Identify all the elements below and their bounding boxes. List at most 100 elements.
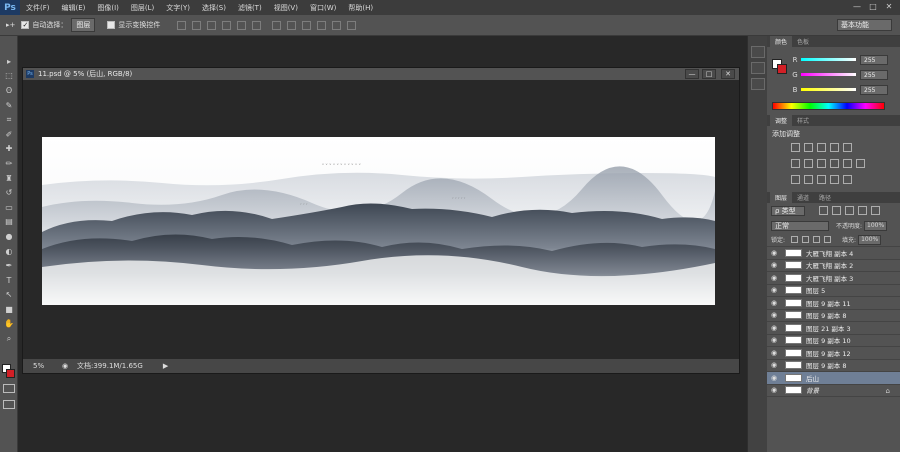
align-hcenter-icon[interactable] [237, 20, 247, 30]
hue-saturation-icon[interactable] [791, 159, 800, 168]
doc-minimize-button[interactable]: — [685, 69, 699, 79]
layer-row[interactable]: ◉ 大雁飞翔 副本 3 [767, 272, 900, 285]
layer-row[interactable]: ◉ 后山 [767, 372, 900, 385]
tab-adjustments[interactable]: 调整 [770, 115, 793, 126]
lock-image-icon[interactable] [802, 236, 810, 243]
app-close-button[interactable]: ✕ [884, 2, 894, 12]
visibility-eye-icon[interactable]: ◉ [767, 361, 781, 369]
filter-pixel-icon[interactable] [819, 206, 828, 215]
channel-value-field[interactable]: 255 [860, 54, 888, 65]
lasso-tool-icon[interactable]: ʘ [0, 83, 18, 98]
layer-kind-filter[interactable]: ρ 类型 [771, 205, 805, 216]
screen-mode-icon[interactable] [3, 400, 15, 409]
menu-filter[interactable]: 滤镜(T) [232, 3, 268, 13]
auto-select-checkbox[interactable]: ✓ [21, 21, 30, 29]
show-transform-checkbox[interactable] [107, 21, 116, 29]
tab-styles[interactable]: 样式 [792, 115, 814, 126]
image-canvas[interactable]: ᵛ ᵛ ᵛ ᵛ ᵛ ᵛ ᵛ ᵛ ᵛ ᵛ ᵛ ᵛ ᵛ ᵛ ᵛ ᵛ ᵛ ᵛ ᵛ [42, 137, 715, 305]
visibility-eye-icon[interactable]: ◉ [767, 386, 781, 394]
gradient-map-icon[interactable] [830, 175, 839, 184]
tab-channels[interactable]: 通道 [792, 192, 814, 203]
align-bottom-icon[interactable] [207, 20, 217, 30]
visibility-eye-icon[interactable]: ◉ [767, 286, 781, 294]
quick-mask-icon[interactable] [3, 384, 15, 393]
align-top-icon[interactable] [177, 20, 187, 30]
visibility-eye-icon[interactable]: ◉ [767, 261, 781, 269]
layer-row[interactable]: ◉ 背景 ⌂ [767, 385, 900, 397]
brush-tool-icon[interactable]: ✏ [0, 156, 18, 171]
menu-type[interactable]: 文字(Y) [160, 3, 196, 13]
distribute-left-icon[interactable] [317, 20, 327, 30]
status-info-icon[interactable]: ◉ [53, 362, 77, 370]
lock-transparent-icon[interactable] [791, 236, 799, 243]
app-minimize-button[interactable]: — [852, 2, 862, 12]
color-spectrum-ramp[interactable] [772, 102, 885, 110]
tab-paths[interactable]: 路径 [814, 192, 836, 203]
marquee-tool-icon[interactable]: ⬚ [0, 69, 18, 84]
photo-filter-icon[interactable] [830, 159, 839, 168]
levels-icon[interactable] [804, 143, 813, 152]
vibrance-icon[interactable] [843, 143, 852, 152]
quick-select-tool-icon[interactable]: ✎ [0, 98, 18, 113]
channel-slider[interactable] [801, 73, 856, 76]
background-color-swatch[interactable] [6, 369, 15, 378]
visibility-eye-icon[interactable]: ◉ [767, 274, 781, 282]
menu-help[interactable]: 帮助(H) [342, 3, 379, 13]
history-panel-icon[interactable] [751, 46, 765, 58]
threshold-icon[interactable] [817, 175, 826, 184]
channel-slider[interactable] [801, 58, 856, 61]
brightness-contrast-icon[interactable] [791, 143, 800, 152]
color-balance-icon[interactable] [804, 159, 813, 168]
stamp-tool-icon[interactable]: ♜ [0, 171, 18, 186]
character-panel-icon[interactable] [751, 78, 765, 90]
visibility-eye-icon[interactable]: ◉ [767, 349, 781, 357]
align-vcenter-icon[interactable] [192, 20, 202, 30]
menu-layer[interactable]: 图层(L) [125, 3, 160, 13]
move-tool-icon[interactable]: ▸ [0, 54, 18, 69]
filter-adjust-icon[interactable] [832, 206, 841, 215]
app-maximize-button[interactable]: □ [868, 2, 878, 12]
distribute-hcenter-icon[interactable] [332, 20, 342, 30]
distribute-top-icon[interactable] [272, 20, 282, 30]
invert-icon[interactable] [791, 175, 800, 184]
dodge-tool-icon[interactable]: ◐ [0, 244, 18, 259]
zoom-tool-icon[interactable]: ⌕ [0, 331, 18, 346]
doc-maximize-button[interactable]: □ [702, 69, 716, 79]
status-menu-arrow-icon[interactable]: ▶ [163, 362, 168, 370]
eraser-tool-icon[interactable]: ▭ [0, 200, 18, 215]
hand-tool-icon[interactable]: ✋ [0, 317, 18, 332]
visibility-eye-icon[interactable]: ◉ [767, 374, 781, 382]
distribute-right-icon[interactable] [347, 20, 357, 30]
fill-field[interactable]: 100% [858, 234, 882, 245]
layer-row[interactable]: ◉ 大雁飞翔 副本 2 [767, 260, 900, 272]
zoom-level[interactable]: 5% [23, 362, 53, 370]
type-tool-icon[interactable]: T [0, 273, 18, 288]
auto-select-target-dropdown[interactable]: 图层 [71, 18, 96, 32]
visibility-eye-icon[interactable]: ◉ [767, 311, 781, 319]
menu-edit[interactable]: 编辑(E) [56, 3, 92, 13]
channel-mixer-icon[interactable] [843, 159, 852, 168]
distribute-vcenter-icon[interactable] [287, 20, 297, 30]
exposure-icon[interactable] [830, 143, 839, 152]
tab-swatches[interactable]: 色板 [792, 36, 814, 47]
visibility-eye-icon[interactable]: ◉ [767, 324, 781, 332]
black-white-icon[interactable] [817, 159, 826, 168]
color-lookup-icon[interactable] [856, 159, 865, 168]
workspace-dropdown[interactable]: 基本功能 [837, 19, 892, 31]
gradient-tool-icon[interactable]: ▤ [0, 215, 18, 230]
history-brush-tool-icon[interactable]: ↺ [0, 185, 18, 200]
posterize-icon[interactable] [804, 175, 813, 184]
opacity-field[interactable]: 100% [864, 220, 888, 231]
move-tool-preset-icon[interactable]: ▸+ [6, 21, 15, 29]
layer-row[interactable]: ◉ 图层 9 副本 10 [767, 335, 900, 347]
visibility-eye-icon[interactable]: ◉ [767, 336, 781, 344]
distribute-bottom-icon[interactable] [302, 20, 312, 30]
shape-tool-icon[interactable]: ■ [0, 302, 18, 317]
layer-row[interactable]: ◉ 图层 21 副本 3 [767, 322, 900, 335]
properties-panel-icon[interactable] [751, 62, 765, 74]
filter-smart-icon[interactable] [871, 206, 880, 215]
channel-value-field[interactable]: 255 [860, 84, 888, 95]
crop-tool-icon[interactable]: ⌗ [0, 112, 18, 127]
visibility-eye-icon[interactable]: ◉ [767, 299, 781, 307]
menu-window[interactable]: 窗口(W) [304, 3, 342, 13]
